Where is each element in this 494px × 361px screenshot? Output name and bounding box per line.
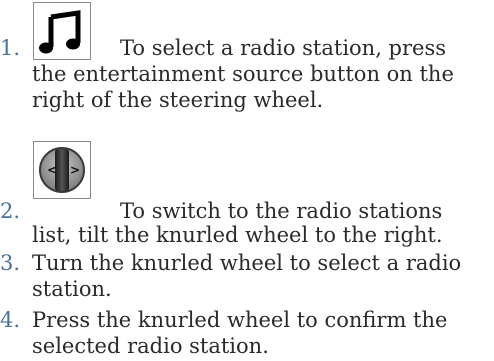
instruction-step-1: 1. To select a radio station, press the … — [0, 0, 494, 160]
instruction-step-3: 3. Turn the knurled wheel to select a ra… — [0, 250, 494, 302]
instruction-step-4: 4. Press the knurled wheel to confirm th… — [0, 307, 494, 361]
step-text-line: To switch to the radio stations — [120, 199, 443, 223]
music-note-icon — [33, 2, 91, 60]
svg-text:<: < — [47, 163, 57, 177]
step-number: 2. — [0, 199, 21, 223]
step-number: 3. — [0, 251, 21, 275]
step-text-line: list, tilt the knurled wheel to the righ… — [32, 223, 443, 247]
step-text-line: right of the steering wheel. — [32, 88, 324, 112]
step-text-line: Press the knurled wheel to confirm the — [32, 308, 448, 332]
instruction-step-2: 2. < > To switch to the radio stations l… — [0, 141, 494, 251]
knurled-wheel-left-right-icon: < > — [33, 141, 91, 199]
step-text-line: Turn the knurled wheel to select a radio — [32, 251, 462, 275]
svg-text:>: > — [70, 163, 80, 177]
step-text-line: selected radio station. — [32, 334, 269, 358]
step-text-line: the entertainment source button on the — [32, 62, 454, 86]
step-number: 1. — [0, 36, 21, 60]
step-text-line: station. — [32, 277, 112, 301]
step-text-line: To select a radio station, press — [120, 36, 447, 60]
step-number: 4. — [0, 308, 21, 332]
